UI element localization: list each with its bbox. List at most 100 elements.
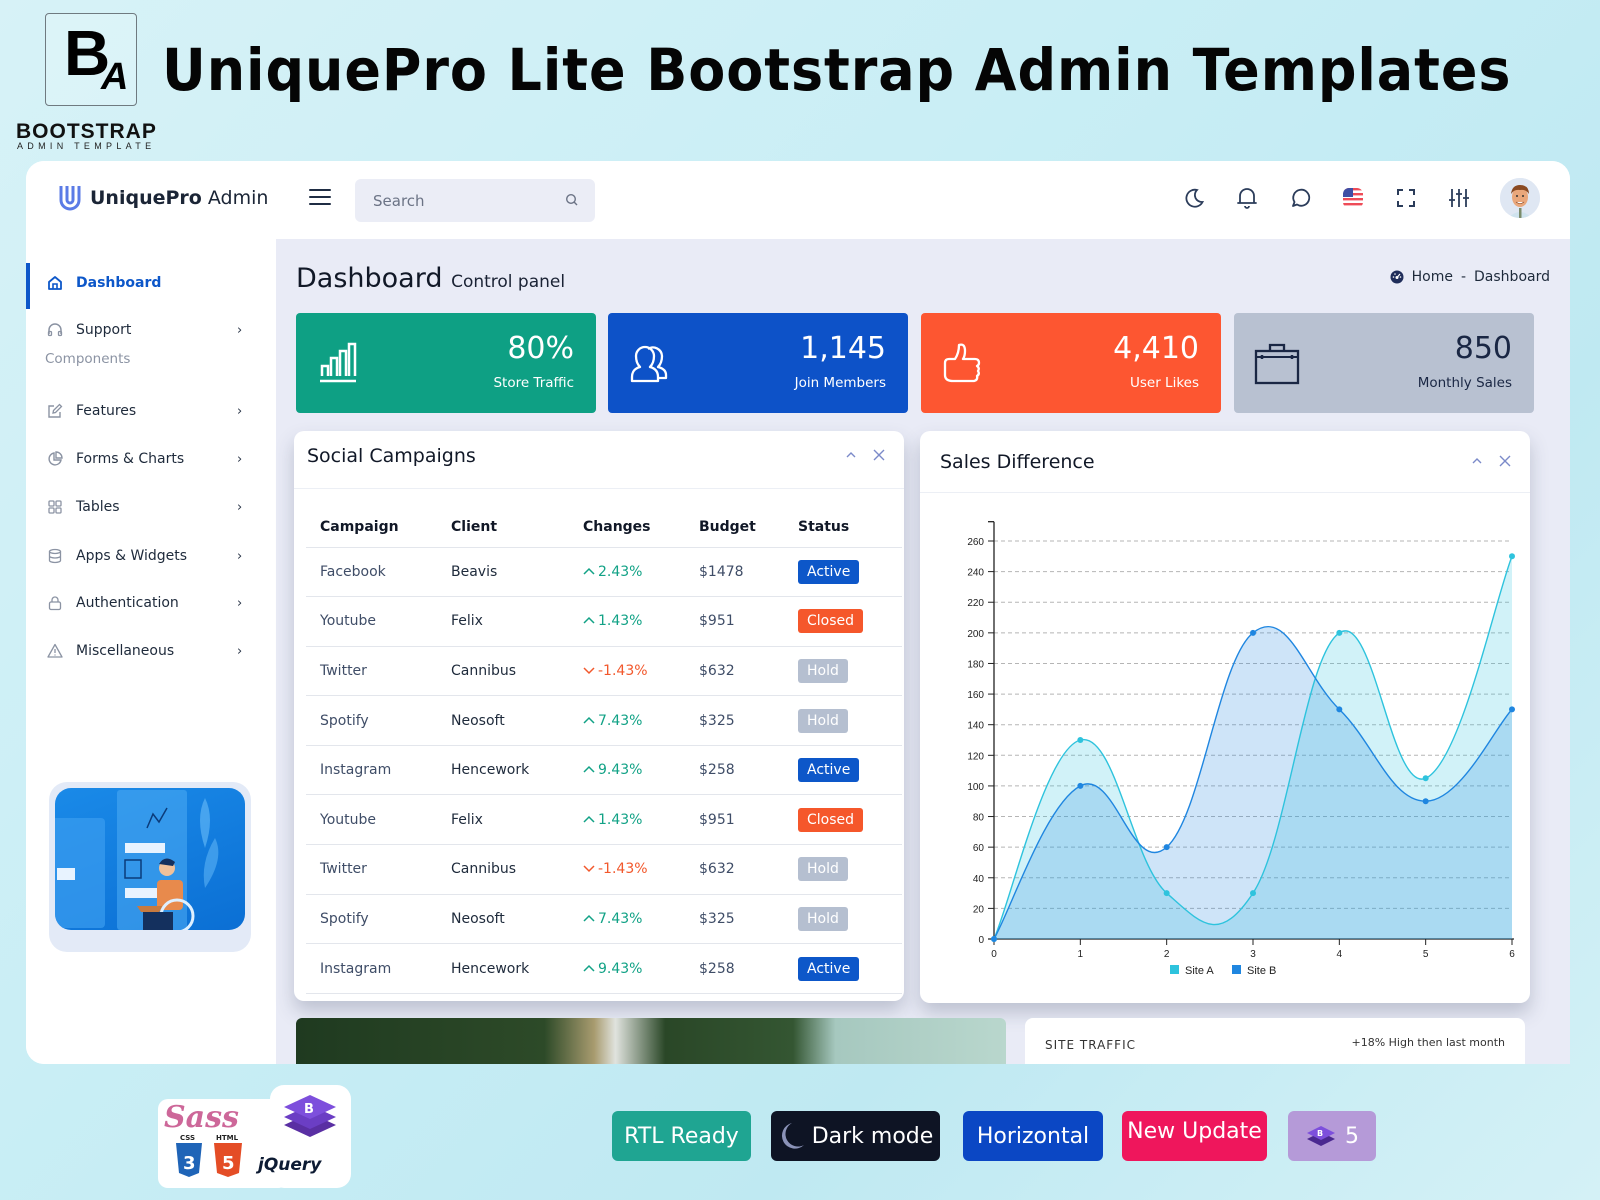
status-badge[interactable]: Hold xyxy=(798,658,848,683)
arrow-up-icon xyxy=(583,716,595,724)
moon-icon xyxy=(781,1123,804,1149)
table-row[interactable]: Spotify Neosoft 7.43% $325 Hold xyxy=(306,695,902,746)
column-header[interactable]: Campaign xyxy=(306,507,437,548)
collapse-button[interactable] xyxy=(844,447,858,461)
status-badge[interactable]: Hold xyxy=(798,708,848,733)
status-cell: Closed xyxy=(784,794,902,846)
app-logo[interactable]: UniquePro Admin xyxy=(58,184,268,212)
campaign-cell[interactable]: Instagram xyxy=(306,943,437,994)
status-cell: Hold xyxy=(784,894,902,945)
close-button[interactable] xyxy=(872,447,886,461)
table-row[interactable]: Twitter Cannibus -1.43% $632 Hold xyxy=(306,646,902,697)
status-badge[interactable]: Active xyxy=(798,758,860,783)
status-badge[interactable]: Active xyxy=(798,559,860,584)
table-row[interactable]: Instagram Hencework 9.43% $258 Active xyxy=(306,943,902,994)
sidebar-item-label: Apps & Widgets xyxy=(76,548,188,564)
language-button[interactable] xyxy=(1341,186,1365,210)
stat-value: 1,145 xyxy=(800,331,886,366)
change-cell: -1.43% xyxy=(569,844,685,895)
sidebar-item-authentication[interactable]: Authentication › xyxy=(26,583,276,623)
status-badge[interactable]: Closed xyxy=(798,807,864,832)
headphones-icon xyxy=(46,321,64,339)
search-input[interactable] xyxy=(373,191,553,210)
svg-text:B: B xyxy=(1317,1129,1323,1138)
status-badge[interactable]: Closed xyxy=(798,609,864,634)
arrow-down-icon xyxy=(583,865,595,873)
stat-card-store-traffic[interactable]: 80% Store Traffic xyxy=(296,313,596,413)
column-header[interactable]: Client xyxy=(437,507,569,548)
table-row[interactable]: Spotify Neosoft 7.43% $325 Hold xyxy=(306,894,902,945)
breadcrumb-home-link[interactable]: Home xyxy=(1412,269,1453,285)
x-tick-label: 0 xyxy=(991,949,997,960)
client-cell: Hencework xyxy=(437,745,569,796)
budget-cell: $325 xyxy=(685,695,784,746)
sidebar-item-tables[interactable]: Tables › xyxy=(26,487,276,527)
messages-button[interactable] xyxy=(1288,186,1312,210)
sidebar-item-dashboard[interactable]: Dashboard xyxy=(26,263,276,309)
sidebar-item-support[interactable]: Support › xyxy=(26,310,276,350)
promo-illustration xyxy=(55,788,245,930)
data-point xyxy=(1250,890,1256,897)
stat-card-user-likes[interactable]: 4,410 User Likes xyxy=(921,313,1221,413)
client-cell: Cannibus xyxy=(437,646,569,697)
campaign-cell[interactable]: Instagram xyxy=(306,745,437,796)
table-row[interactable]: Facebook Beavis 2.43% $1478 Active xyxy=(306,547,902,598)
campaign-cell[interactable]: Twitter xyxy=(306,646,437,697)
y-tick-label: 160 xyxy=(967,690,984,701)
sidebar-item-miscellaneous[interactable]: Miscellaneous › xyxy=(26,631,276,671)
site-traffic-title: SITE TRAFFIC xyxy=(1045,1038,1136,1052)
settings-button[interactable] xyxy=(1447,186,1471,210)
table-row[interactable]: Youtube Felix 1.43% $951 Closed xyxy=(306,794,902,846)
campaign-cell[interactable]: Spotify xyxy=(306,695,437,746)
y-tick-label: 100 xyxy=(967,782,984,793)
stat-value: 850 xyxy=(1454,331,1512,366)
column-header[interactable]: Changes xyxy=(569,507,685,548)
campaign-cell[interactable]: Spotify xyxy=(306,894,437,945)
stat-card-join-members[interactable]: 1,145 Join Members xyxy=(608,313,908,413)
campaign-cell[interactable]: Twitter xyxy=(306,844,437,895)
sidebar-item-label: Tables xyxy=(76,499,120,515)
social-campaigns-card: Social Campaigns Campaign Client Changes… xyxy=(294,431,904,1001)
campaign-cell[interactable]: Youtube xyxy=(306,794,437,846)
campaign-cell[interactable]: Youtube xyxy=(306,596,437,647)
sidebar-section-components: Components xyxy=(45,351,131,367)
chevron-right-icon: › xyxy=(237,595,243,611)
client-cell: Hencework xyxy=(437,943,569,994)
table-row[interactable]: Twitter Cannibus -1.43% $632 Hold xyxy=(306,844,902,895)
client-cell: Neosoft xyxy=(437,894,569,945)
svg-text:CSS: CSS xyxy=(180,1134,195,1142)
stat-label: Store Traffic xyxy=(493,375,574,391)
status-cell: Active xyxy=(784,745,902,796)
sidebar-item-forms-charts[interactable]: Forms & Charts › xyxy=(26,439,276,479)
avatar[interactable] xyxy=(1500,178,1540,218)
grid-icon xyxy=(46,498,64,516)
sidebar-item-features[interactable]: Features › xyxy=(26,391,276,431)
chevron-right-icon: › xyxy=(237,643,243,659)
dark-mode-toggle[interactable] xyxy=(1182,186,1206,210)
table-row[interactable]: Instagram Hencework 9.43% $258 Active xyxy=(306,745,902,796)
budget-cell: $325 xyxy=(685,894,784,945)
search-icon[interactable] xyxy=(565,193,579,207)
table-row[interactable]: Youtube Felix 1.43% $951 Closed xyxy=(306,596,902,647)
menu-toggle-button[interactable] xyxy=(309,189,331,207)
status-badge[interactable]: Active xyxy=(798,956,860,981)
status-badge[interactable]: Hold xyxy=(798,857,848,882)
stat-card-monthly-sales[interactable]: 850 Monthly Sales xyxy=(1234,313,1534,413)
status-badge[interactable]: Hold xyxy=(798,906,848,931)
change-cell: -1.43% xyxy=(569,646,685,697)
sales-difference-card: Sales Difference 0 20 40 60 80 100 120 140 160 18… xyxy=(920,431,1530,1003)
landscape-photo xyxy=(296,1018,1006,1064)
chevron-right-icon: › xyxy=(237,322,243,338)
campaign-cell[interactable]: Facebook xyxy=(306,547,437,598)
fullscreen-button[interactable] xyxy=(1394,186,1418,210)
column-header[interactable]: Status xyxy=(784,507,902,548)
notifications-button[interactable] xyxy=(1235,186,1259,210)
jquery-logo: jQuery xyxy=(255,1155,322,1175)
stat-label: Join Members xyxy=(794,375,886,391)
legend-label: Site B xyxy=(1247,965,1276,977)
warning-icon xyxy=(46,642,64,660)
data-point xyxy=(1163,890,1170,897)
x-tick-label: 6 xyxy=(1509,949,1515,960)
sidebar-item-apps-widgets[interactable]: Apps & Widgets › xyxy=(26,536,276,576)
column-header[interactable]: Budget xyxy=(685,507,784,548)
